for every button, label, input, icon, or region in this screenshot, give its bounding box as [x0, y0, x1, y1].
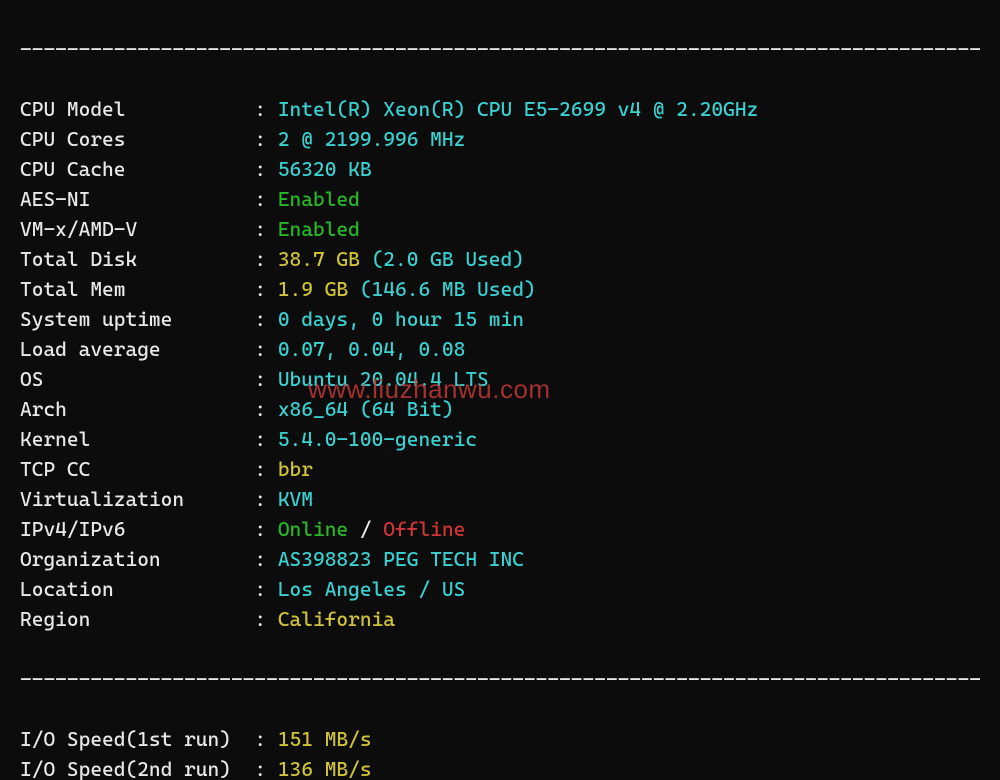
sysinfo-label: VM-x/AMD-V	[20, 217, 254, 241]
sysinfo-separator: /	[348, 517, 383, 541]
colon-separator: :	[254, 127, 277, 151]
sysinfo-suffix: Offline	[383, 517, 465, 541]
sysinfo-value: Enabled	[278, 187, 360, 211]
sysinfo-row: Location : Los Angeles / US	[20, 574, 980, 604]
sysinfo-row: CPU Model : Intel(R) Xeon(R) CPU E5-2699…	[20, 94, 980, 124]
sysinfo-value: x86_64 (64 Bit)	[278, 397, 454, 421]
sysinfo-value: bbr	[278, 457, 313, 481]
sysinfo-value: Los Angeles / US	[278, 577, 466, 601]
sysinfo-row: OS : Ubuntu 20.04.4 LTS	[20, 364, 980, 394]
sysinfo-suffix: (2.0 GB Used)	[372, 247, 524, 271]
sysinfo-row: VM-x/AMD-V : Enabled	[20, 214, 980, 244]
ioinfo-value: 136 MB/s	[278, 757, 372, 780]
colon-separator: :	[254, 427, 277, 451]
sysinfo-label: Total Disk	[20, 247, 254, 271]
sysinfo-value: 1.9 GB	[278, 277, 360, 301]
colon-separator: :	[254, 397, 277, 421]
sysinfo-label: CPU Model	[20, 97, 254, 121]
sysinfo-row: Region : California	[20, 604, 980, 634]
colon-separator: :	[254, 607, 277, 631]
sysinfo-row: Kernel : 5.4.0-100-generic	[20, 424, 980, 454]
sysinfo-value: 2 @ 2199.996 MHz	[278, 127, 466, 151]
sysinfo-row: TCP CC : bbr	[20, 454, 980, 484]
sysinfo-label: AES-NI	[20, 187, 254, 211]
sysinfo-row: CPU Cache : 56320 KB	[20, 154, 980, 184]
sysinfo-value: AS398823 PEG TECH INC	[278, 547, 524, 571]
sysinfo-row: IPv4/IPv6 : Online / Offline	[20, 514, 980, 544]
sysinfo-label: Location	[20, 577, 254, 601]
sysinfo-label: Region	[20, 607, 254, 631]
sysinfo-value: Enabled	[278, 217, 360, 241]
sysinfo-row: Load average : 0.07, 0.04, 0.08	[20, 334, 980, 364]
colon-separator: :	[254, 577, 277, 601]
sysinfo-value: California	[278, 607, 395, 631]
sysinfo-label: CPU Cache	[20, 157, 254, 181]
colon-separator: :	[254, 517, 277, 541]
sysinfo-label: Organization	[20, 547, 254, 571]
sysinfo-value: 38.7 GB	[278, 247, 372, 271]
sysinfo-value: Ubuntu 20.04.4 LTS	[278, 367, 489, 391]
terminal-output: ----------------------------------------…	[0, 0, 1000, 780]
sysinfo-row: AES-NI : Enabled	[20, 184, 980, 214]
sysinfo-label: Load average	[20, 337, 254, 361]
sysinfo-row: CPU Cores : 2 @ 2199.996 MHz	[20, 124, 980, 154]
sysinfo-label: CPU Cores	[20, 127, 254, 151]
colon-separator: :	[254, 217, 277, 241]
colon-separator: :	[254, 337, 277, 361]
sysinfo-row: Total Disk : 38.7 GB (2.0 GB Used)	[20, 244, 980, 274]
ioinfo-row: I/O Speed(1st run) : 151 MB/s	[20, 724, 980, 754]
ioinfo-label: I/O Speed(2nd run)	[20, 757, 254, 780]
sysinfo-value: 5.4.0-100-generic	[278, 427, 477, 451]
sysinfo-label: Total Mem	[20, 277, 254, 301]
ioinfo-value: 151 MB/s	[278, 727, 372, 751]
sysinfo-label: OS	[20, 367, 254, 391]
colon-separator: :	[254, 247, 277, 271]
sysinfo-label: Arch	[20, 397, 254, 421]
colon-separator: :	[254, 757, 277, 780]
sysinfo-label: TCP CC	[20, 457, 254, 481]
colon-separator: :	[254, 487, 277, 511]
colon-separator: :	[254, 187, 277, 211]
divider-top: ----------------------------------------…	[20, 34, 980, 64]
colon-separator: :	[254, 547, 277, 571]
sysinfo-row: Organization : AS398823 PEG TECH INC	[20, 544, 980, 574]
sysinfo-label: IPv4/IPv6	[20, 517, 254, 541]
colon-separator: :	[254, 277, 277, 301]
colon-separator: :	[254, 307, 277, 331]
sysinfo-value: Intel(R) Xeon(R) CPU E5-2699 v4 @ 2.20GH…	[278, 97, 758, 121]
sysinfo-suffix: (146.6 MB Used)	[360, 277, 536, 301]
sysinfo-value: Online	[278, 517, 348, 541]
sysinfo-value: KVM	[278, 487, 313, 511]
sysinfo-row: Virtualization : KVM	[20, 484, 980, 514]
system-info-block: CPU Model : Intel(R) Xeon(R) CPU E5-2699…	[20, 94, 980, 634]
sysinfo-row: Total Mem : 1.9 GB (146.6 MB Used)	[20, 274, 980, 304]
ioinfo-row: I/O Speed(2nd run) : 136 MB/s	[20, 754, 980, 780]
colon-separator: :	[254, 157, 277, 181]
colon-separator: :	[254, 367, 277, 391]
colon-separator: :	[254, 727, 277, 751]
sysinfo-value: 56320 KB	[278, 157, 372, 181]
sysinfo-label: Virtualization	[20, 487, 254, 511]
ioinfo-label: I/O Speed(1st run)	[20, 727, 254, 751]
sysinfo-label: Kernel	[20, 427, 254, 451]
colon-separator: :	[254, 457, 277, 481]
sysinfo-row: System uptime : 0 days, 0 hour 15 min	[20, 304, 980, 334]
io-speed-block: I/O Speed(1st run) : 151 MB/sI/O Speed(2…	[20, 724, 980, 780]
divider-mid: ----------------------------------------…	[20, 664, 980, 694]
sysinfo-row: Arch : x86_64 (64 Bit)	[20, 394, 980, 424]
sysinfo-value: 0 days, 0 hour 15 min	[278, 307, 524, 331]
colon-separator: :	[254, 97, 277, 121]
sysinfo-label: System uptime	[20, 307, 254, 331]
sysinfo-value: 0.07, 0.04, 0.08	[278, 337, 466, 361]
